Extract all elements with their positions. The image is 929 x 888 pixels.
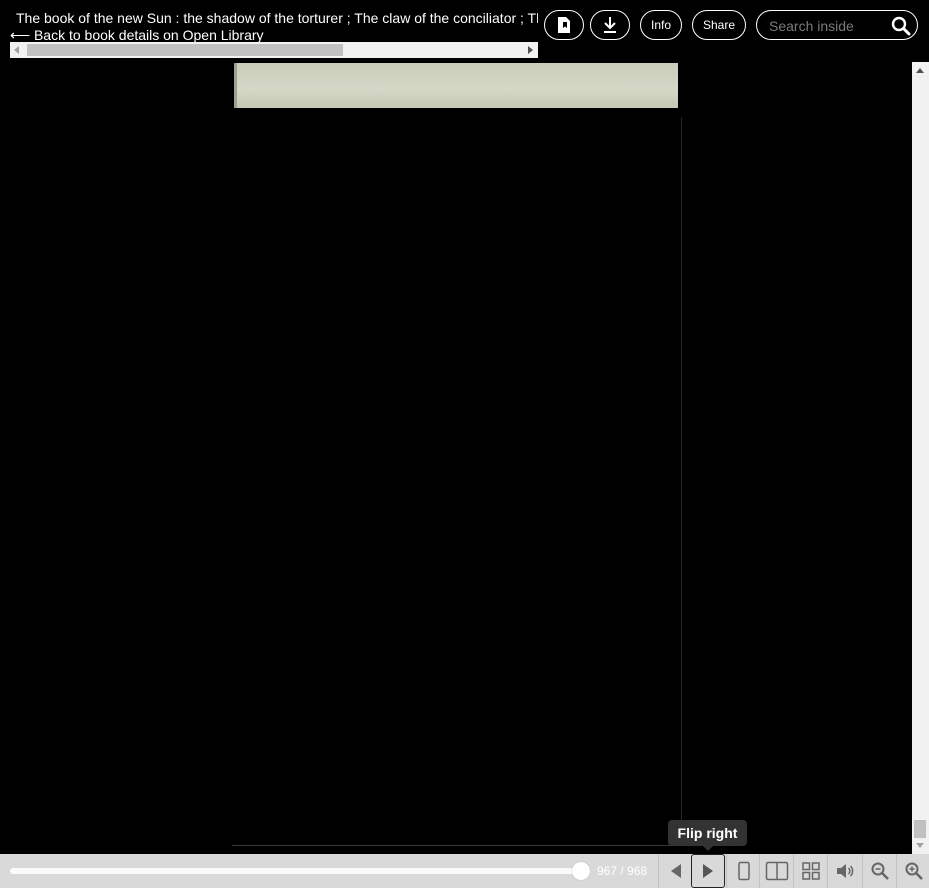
vertical-scrollbar[interactable]: [912, 62, 929, 854]
search-icon[interactable]: [891, 16, 911, 36]
one-page-view-icon: [737, 861, 750, 881]
current-page-scan[interactable]: [232, 118, 682, 846]
scroll-left-arrow-icon[interactable]: [14, 46, 19, 54]
vertical-scroll-thumb[interactable]: [914, 820, 926, 838]
previous-page-scan[interactable]: [234, 63, 678, 108]
search-inside-input[interactable]: [767, 16, 891, 36]
zoom-out-icon: [871, 862, 889, 880]
search-inside-box[interactable]: [756, 10, 918, 40]
bookmark-button[interactable]: [544, 10, 584, 40]
book-title: The book of the new Sun : the shadow of …: [16, 10, 538, 26]
flip-right-tooltip: Flip right: [668, 820, 747, 851]
scroll-up-arrow-icon[interactable]: [916, 68, 924, 73]
two-page-view-icon: [765, 861, 788, 881]
horizontal-scrollbar[interactable]: [10, 42, 538, 58]
page-slider-fill: [10, 868, 582, 874]
page-indicator: 967 / 968: [597, 864, 648, 878]
back-to-book-details-link[interactable]: ⟵ Back to book details on Open Library: [10, 27, 264, 43]
navigation-toolbar: 967 / 968: [0, 854, 929, 888]
zoom-in-button[interactable]: [896, 854, 929, 888]
download-button[interactable]: [590, 10, 630, 40]
thumbnail-view-button[interactable]: [793, 854, 827, 888]
top-bar: The book of the new Sun : the shadow of …: [0, 0, 929, 62]
download-icon: [604, 17, 616, 33]
read-aloud-icon: [836, 864, 853, 878]
horizontal-scroll-thumb[interactable]: [27, 44, 343, 56]
info-button[interactable]: Info: [640, 10, 682, 40]
page-slider-handle[interactable]: [572, 862, 591, 880]
read-aloud-button[interactable]: [827, 854, 861, 888]
zoom-in-icon: [905, 862, 923, 880]
scroll-down-arrow-icon[interactable]: [916, 843, 924, 848]
flip-right-icon: [703, 864, 713, 878]
bookmark-page-icon: [558, 17, 570, 33]
flip-left-button[interactable]: [658, 854, 692, 888]
scroll-right-arrow-icon[interactable]: [528, 46, 533, 54]
one-page-view-button[interactable]: [726, 854, 760, 888]
two-page-view-button[interactable]: [759, 854, 793, 888]
share-button[interactable]: Share: [692, 10, 746, 40]
thumbnail-view-icon: [801, 862, 820, 880]
flip-left-icon: [670, 864, 681, 878]
page-slider[interactable]: [10, 862, 591, 880]
flip-right-button[interactable]: [691, 854, 725, 888]
zoom-out-button[interactable]: [862, 854, 896, 888]
